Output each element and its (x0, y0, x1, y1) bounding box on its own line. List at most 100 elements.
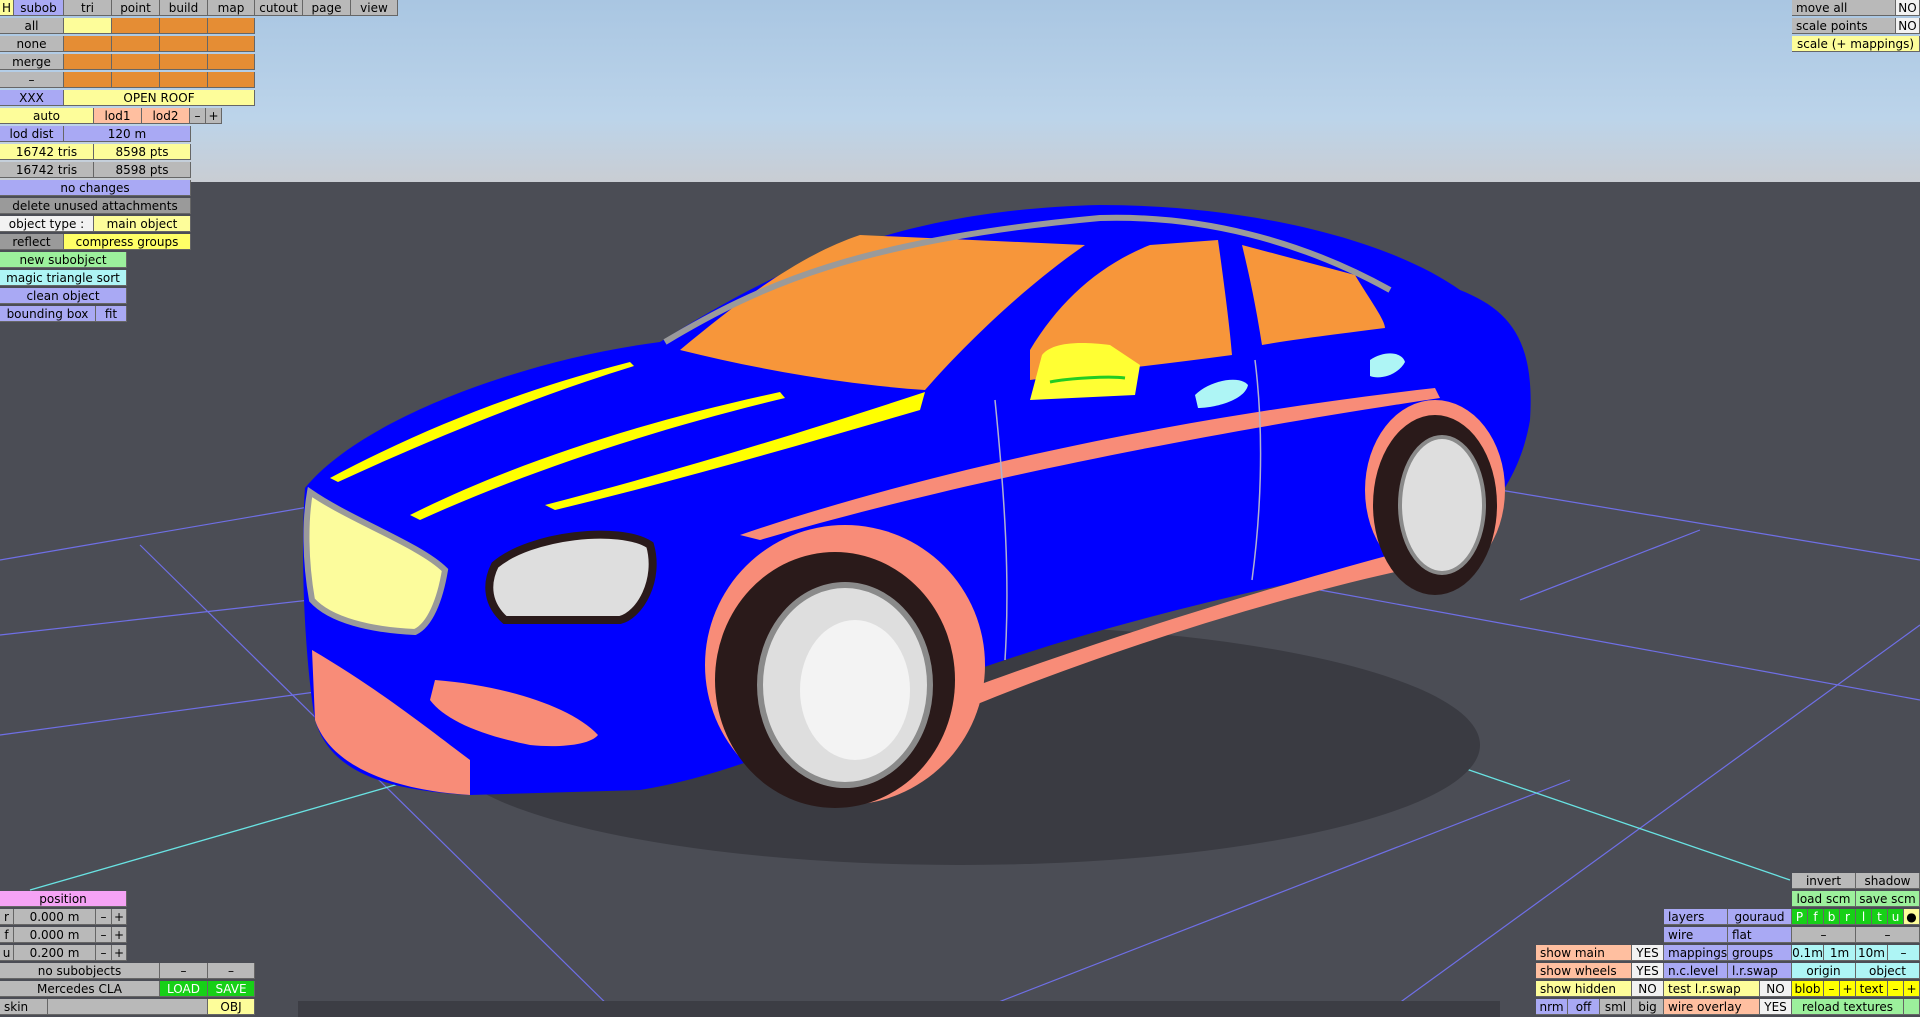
bottom-scrollbar[interactable] (298, 1001, 1500, 1017)
select-none-button[interactable]: none (0, 36, 64, 52)
move-all-value[interactable]: NO (1896, 0, 1920, 16)
wire-overlay-label[interactable]: wire overlay (1664, 999, 1760, 1015)
scale-points-value[interactable]: NO (1896, 18, 1920, 34)
view-b-button[interactable]: b (1824, 909, 1840, 925)
subobject-slot[interactable] (208, 72, 255, 88)
tab-tri[interactable]: tri (64, 0, 112, 16)
show-wheels-value[interactable]: YES (1632, 963, 1664, 979)
subobject-slot[interactable] (64, 36, 112, 52)
shadow-button[interactable]: shadow (1856, 873, 1920, 889)
mappings-button[interactable]: mappings (1664, 945, 1728, 961)
br-dash-button[interactable]: – (1792, 927, 1856, 943)
show-hidden-label[interactable]: show hidden (1536, 981, 1632, 997)
grid-0-1m-button[interactable]: 0.1m (1792, 945, 1824, 961)
blob-button[interactable]: blob (1792, 981, 1824, 997)
save-button[interactable]: SAVE (208, 981, 255, 997)
fit-button[interactable]: fit (96, 306, 127, 322)
select-all-button[interactable]: all (0, 18, 64, 34)
load-button[interactable]: LOAD (160, 981, 208, 997)
clean-object-button[interactable]: clean object (0, 288, 127, 304)
lr-swap-button[interactable]: l.r.swap (1728, 963, 1792, 979)
position-f-value[interactable]: 0.000 m (14, 927, 96, 943)
position-u-plus[interactable]: + (112, 945, 127, 961)
position-f-minus[interactable]: – (96, 927, 112, 943)
lod-plus-button[interactable]: + (206, 108, 222, 124)
save-scm-button[interactable]: save scm (1856, 891, 1920, 907)
lod-auto-button[interactable]: auto (0, 108, 94, 124)
subobject-slot[interactable] (208, 54, 255, 70)
subobject-slot[interactable] (160, 36, 208, 52)
tab-subob[interactable]: subob (14, 0, 64, 16)
compress-groups-button[interactable]: compress groups (64, 234, 191, 250)
show-main-value[interactable]: YES (1632, 945, 1664, 961)
blob-minus-button[interactable]: – (1824, 981, 1840, 997)
skin-input[interactable] (48, 999, 208, 1015)
position-r-value[interactable]: 0.000 m (14, 909, 96, 925)
test-lr-swap-label[interactable]: test l.r.swap (1664, 981, 1760, 997)
position-r-minus[interactable]: – (96, 909, 112, 925)
groups-button[interactable]: groups (1728, 945, 1792, 961)
position-u-minus[interactable]: – (96, 945, 112, 961)
new-subobject-button[interactable]: new subobject (0, 252, 127, 268)
origin-button[interactable]: origin (1792, 963, 1856, 979)
move-all-label[interactable]: move all (1792, 0, 1896, 16)
lod-dist-value[interactable]: 120 m (64, 126, 191, 142)
invert-button[interactable]: invert (1792, 873, 1856, 889)
reload-textures-button[interactable]: reload textures (1792, 999, 1904, 1015)
scale-mappings-button[interactable]: scale (+ mappings) (1792, 36, 1920, 52)
grid-1m-button[interactable]: 1m (1824, 945, 1856, 961)
subobject-slot[interactable] (160, 18, 208, 34)
tab-view[interactable]: view (351, 0, 398, 16)
tab-point[interactable]: point (112, 0, 160, 16)
merge-button[interactable]: merge (0, 54, 64, 70)
reload-extra-button[interactable] (1904, 999, 1920, 1015)
open-roof-button[interactable]: OPEN ROOF (64, 90, 255, 106)
tab-build[interactable]: build (160, 0, 208, 16)
subobject-slot[interactable] (64, 18, 112, 34)
subobject-dash-button[interactable]: – (160, 963, 208, 979)
view-r-button[interactable]: r (1840, 909, 1856, 925)
grid-dash-button[interactable]: – (1888, 945, 1920, 961)
scale-points-label[interactable]: scale points (1792, 18, 1896, 34)
view-f-button[interactable]: f (1808, 909, 1824, 925)
position-r-plus[interactable]: + (112, 909, 127, 925)
subobject-slot[interactable] (208, 36, 255, 52)
subobject-slot[interactable] (112, 54, 160, 70)
normal-sml-button[interactable]: sml (1600, 999, 1632, 1015)
lod1-button[interactable]: lod1 (94, 108, 142, 124)
grid-10m-button[interactable]: 10m (1856, 945, 1888, 961)
load-scm-button[interactable]: load scm (1792, 891, 1856, 907)
position-u-value[interactable]: 0.200 m (14, 945, 96, 961)
blob-plus-button[interactable]: + (1840, 981, 1856, 997)
subobject-slot[interactable] (112, 18, 160, 34)
view-l-button[interactable]: l (1856, 909, 1872, 925)
lod-minus-button[interactable]: – (190, 108, 206, 124)
reflect-button[interactable]: reflect (0, 234, 64, 250)
subobject-slot[interactable] (64, 54, 112, 70)
subobject-slot[interactable] (160, 72, 208, 88)
magic-triangle-sort-button[interactable]: magic triangle sort (0, 270, 127, 286)
tab-page[interactable]: page (303, 0, 351, 16)
text-button[interactable]: text (1856, 981, 1888, 997)
text-plus-button[interactable]: + (1904, 981, 1920, 997)
object-type-value[interactable]: main object (94, 216, 191, 232)
viewport-3d[interactable] (0, 0, 1920, 1017)
model-name-field[interactable]: Mercedes CLA (0, 981, 160, 997)
nc-level-button[interactable]: n.c.level (1664, 963, 1728, 979)
position-f-plus[interactable]: + (112, 927, 127, 943)
flat-button[interactable]: flat (1728, 927, 1792, 943)
subobject-dash-button[interactable]: – (208, 963, 255, 979)
mode-h-button[interactable]: H (0, 0, 14, 16)
tab-map[interactable]: map (208, 0, 255, 16)
dash-button[interactable]: – (0, 72, 64, 88)
object-button[interactable]: object (1856, 963, 1920, 979)
subobject-slot[interactable] (112, 36, 160, 52)
subobject-slot[interactable] (208, 18, 255, 34)
subobject-slot[interactable] (64, 72, 112, 88)
no-changes-button[interactable]: no changes (0, 180, 191, 196)
layers-button[interactable]: layers (1664, 909, 1728, 925)
tab-cutout[interactable]: cutout (255, 0, 303, 16)
view-t-button[interactable]: t (1872, 909, 1888, 925)
subobject-slot[interactable] (160, 54, 208, 70)
wire-button[interactable]: wire (1664, 927, 1728, 943)
